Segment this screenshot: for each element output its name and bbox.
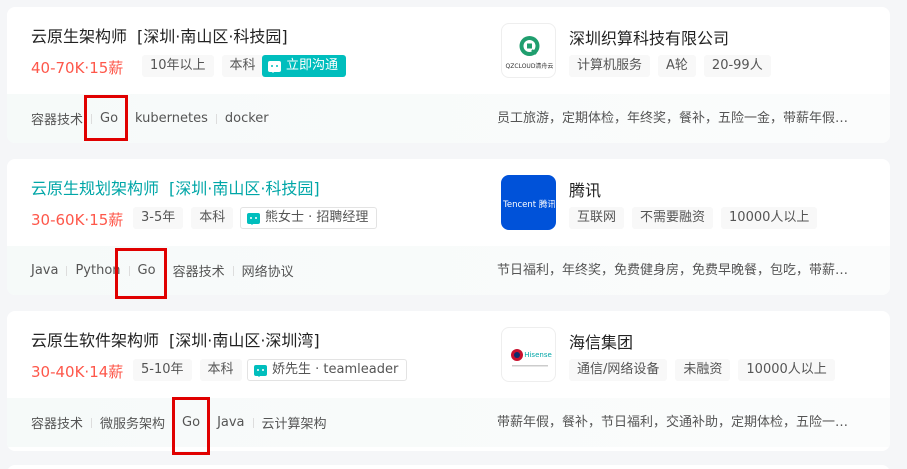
skill-tag: 容器技术 xyxy=(31,417,84,432)
company-tags: 计算机服务 A轮 20-99人 xyxy=(569,55,771,77)
svg-text:Tencent 腾讯: Tencent 腾讯 xyxy=(502,199,556,210)
job-name: 云原生规划架构师 xyxy=(31,179,160,198)
job-name: 云原生软件架构师 xyxy=(31,331,160,350)
size-tag: 20-99人 xyxy=(703,55,771,77)
company-logo[interactable]: QZCLOUD清舟云 xyxy=(501,23,556,78)
chat-bubble-icon xyxy=(268,60,281,73)
education-tag: 本科 xyxy=(191,207,234,229)
experience-tag: 3-5年 xyxy=(133,207,184,229)
skill-tag: Java xyxy=(31,263,59,278)
job-title[interactable]: 云原生软件架构师 [深圳·南山区·深圳湾] xyxy=(31,327,320,351)
salary: 40-70K·15薪 xyxy=(31,59,124,77)
salary: 30-60K·15薪 xyxy=(31,211,124,229)
skill-tag: docker xyxy=(224,111,269,126)
welfare-text: 带薪年假，餐补，节日福利，交通补助，定期体检，五险一… xyxy=(497,415,849,430)
recruiter-contact[interactable]: 熊女士 · 招聘经理 xyxy=(240,207,378,229)
card-footer: 容器技术 微服务架构 Go Java 云计算架构 带薪年假，餐补，节日福利，交通… xyxy=(7,398,890,447)
go-tag-highlight xyxy=(84,95,128,141)
skill-tag: 容器技术 xyxy=(172,265,225,280)
tencent-logo-icon: Tencent 腾讯 xyxy=(502,199,556,210)
size-tag: 10000人以上 xyxy=(721,207,818,229)
job-location: [深圳·南山区·科技园] xyxy=(169,179,320,198)
chat-now-button[interactable]: 立即沟通 xyxy=(262,55,347,77)
job-title[interactable]: 云原生架构师 [深圳·南山区·科技园] xyxy=(31,23,288,47)
education-tag: 本科 xyxy=(199,359,242,381)
company-name[interactable]: 腾讯 xyxy=(569,177,601,201)
job-location: [深圳·南山区·科技园] xyxy=(137,27,288,46)
svg-text:QZCLOUD清舟云: QZCLOUD清舟云 xyxy=(506,62,554,70)
experience-tag: 10年以上 xyxy=(142,55,214,77)
funding-tag: 未融资 xyxy=(675,359,731,381)
welfare-text: 节日福利，年终奖，免费健身房，免费早晚餐，包吃，带薪… xyxy=(497,263,849,278)
requirement-tags: 5-10年 本科 xyxy=(133,359,242,381)
industry-tag: 互联网 xyxy=(569,207,625,229)
chat-bubble-icon xyxy=(247,212,260,225)
salary: 30-40K·14薪 xyxy=(31,363,124,381)
go-tag-highlight xyxy=(172,397,210,455)
skill-tag: 网络协议 xyxy=(241,265,294,280)
industry-tag: 通信/网络设备 xyxy=(569,359,668,381)
industry-tag: 计算机服务 xyxy=(569,55,651,77)
education-tag: 本科 xyxy=(221,55,264,77)
company-name[interactable]: 海信集团 xyxy=(569,329,633,353)
skill-tag: Java xyxy=(217,415,245,430)
job-card[interactable] xyxy=(7,465,890,469)
chat-button-label: 立即沟通 xyxy=(286,58,339,73)
company-logo[interactable]: Tencent 腾讯 xyxy=(501,175,556,230)
skill-tag: 微服务架构 xyxy=(100,417,166,432)
skill-tag: Python xyxy=(75,263,121,278)
company-logo[interactable]: Hisense xyxy=(501,327,556,382)
requirement-tags: 10年以上 本科 xyxy=(142,55,264,77)
funding-tag: 不需要融资 xyxy=(632,207,714,229)
qzcloud-logo-icon: QZCLOUD清舟云 xyxy=(506,36,554,70)
job-card[interactable]: 云原生架构师 [深圳·南山区·科技园] 40-70K·15薪 10年以上 本科 立… xyxy=(7,7,890,143)
job-location: [深圳·南山区·深圳湾] xyxy=(169,331,320,350)
go-tag-highlight xyxy=(115,248,167,299)
recruiter-label: 熊女士 · 招聘经理 xyxy=(265,210,369,225)
skill-tag: 容器技术 xyxy=(31,113,84,128)
job-name: 云原生架构师 xyxy=(31,27,128,46)
recruiter-contact[interactable]: 娇先生 · teamleader xyxy=(247,359,408,381)
requirement-tags: 3-5年 本科 xyxy=(133,207,234,229)
recruiter-label: 娇先生 · teamleader xyxy=(272,362,399,377)
size-tag: 10000人以上 xyxy=(738,359,835,381)
job-card[interactable]: 云原生软件架构师 [深圳·南山区·深圳湾] 30-40K·14薪 5-10年 本科… xyxy=(7,311,890,451)
job-title[interactable]: 云原生规划架构师 [深圳·南山区·科技园] xyxy=(31,175,320,199)
company-tags: 通信/网络设备 未融资 10000人以上 xyxy=(569,359,835,381)
welfare-text: 员工旅游，定期体检，年终奖，餐补，五险一金，带薪年假… xyxy=(497,111,849,126)
card-footer: 容器技术 Go kubernetes docker 员工旅游，定期体检，年终奖，… xyxy=(7,94,890,143)
skill-tag: 云计算架构 xyxy=(261,417,327,432)
funding-tag: A轮 xyxy=(658,55,696,77)
skill-tags: 容器技术 Go kubernetes docker xyxy=(31,94,269,143)
company-tags: 互联网 不需要融资 10000人以上 xyxy=(569,207,818,229)
svg-text:Hisense: Hisense xyxy=(524,351,552,359)
experience-tag: 5-10年 xyxy=(133,359,192,381)
hisense-logo-icon: Hisense xyxy=(511,349,552,367)
skill-tag: kubernetes xyxy=(135,111,208,126)
company-name[interactable]: 深圳织算科技有限公司 xyxy=(569,25,729,49)
chat-bubble-icon xyxy=(254,364,267,377)
